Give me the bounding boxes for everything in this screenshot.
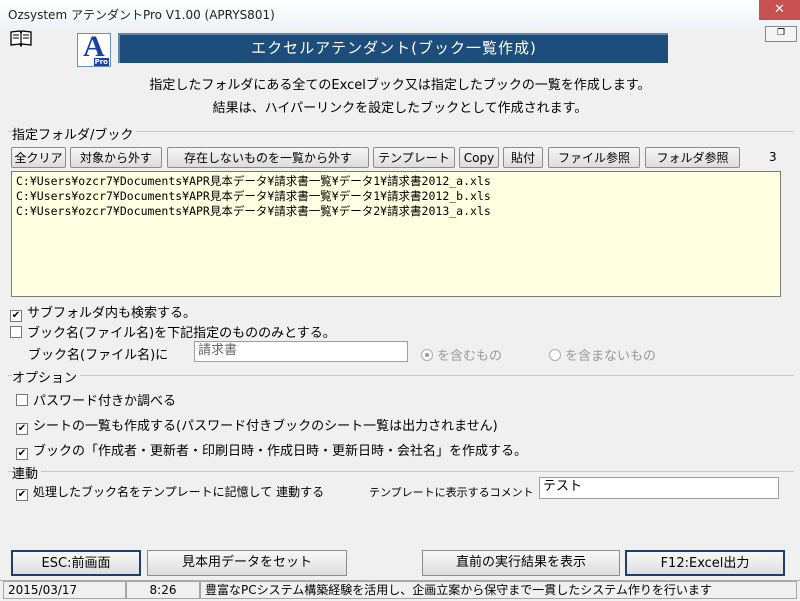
window-title: Ozsystem アテンダントPro V1.00 (APRYS801) <box>8 8 275 22</box>
clear-all-button[interactable]: 全クリア <box>11 147 66 168</box>
file-count: 3 <box>769 150 777 164</box>
copy-button[interactable]: Copy <box>459 147 499 168</box>
description-line-2: 結果は、ハイパーリンクを設定したブックとして作成されます。 <box>212 101 588 116</box>
subfolder-checkbox[interactable]: ✔ <box>10 310 22 322</box>
exclude-radio-option[interactable]: を含まないもの <box>549 345 656 364</box>
comment-label: テンプレートに表示するコメント <box>369 486 534 499</box>
folder-browse-button[interactable]: フォルダ参照 <box>645 147 740 168</box>
book-icon <box>10 29 32 48</box>
options-group-label: オプション <box>12 367 81 386</box>
bookname-only-checkbox[interactable] <box>10 326 22 338</box>
book-properties-checkbox[interactable]: ✔ <box>16 448 28 460</box>
link-group-line <box>8 471 794 472</box>
set-sample-data-button[interactable]: 見本用データをセット <box>147 550 347 576</box>
comment-input[interactable]: テスト <box>539 477 779 499</box>
template-button[interactable]: テンプレート <box>373 147 455 168</box>
bookname-label: ブック名(ファイル名)に <box>28 348 169 363</box>
subfolder-label: サブフォルダ内も検索する。 <box>27 306 197 321</box>
close-button[interactable]: ✕ <box>759 0 800 20</box>
options-group-line <box>8 375 794 376</box>
file-browse-button[interactable]: ファイル参照 <box>548 147 640 168</box>
list-item[interactable]: C:¥Users¥ozcr7¥Documents¥APR見本データ¥請求書一覧¥… <box>16 189 776 204</box>
show-last-result-button[interactable]: 直前の実行結果を表示 <box>422 550 620 576</box>
status-message: 豊富なPCシステム構築経験を活用し、企画立案から保守まで一貫したシステム作りを行… <box>200 581 797 599</box>
bookname-input[interactable]: 請求書 <box>194 341 408 362</box>
sheet-list-label: シートの一覧も作成する(パスワード付きブックのシート一覧は出力されません) <box>33 419 498 434</box>
password-check-option[interactable]: パスワード付きか調べる <box>16 390 176 409</box>
list-item[interactable]: C:¥Users¥ozcr7¥Documents¥APR見本データ¥請求書一覧¥… <box>16 204 776 219</box>
exclude-radio-label: を含まないもの <box>565 349 657 364</box>
include-radio-label: を含むもの <box>437 349 503 364</box>
logo-tag: Pro <box>93 58 109 66</box>
paste-button[interactable]: 貼付 <box>503 147 543 168</box>
remove-from-target-button[interactable]: 対象から外す <box>70 147 162 168</box>
link-option[interactable]: ✔ 処理したブック名をテンプレートに記憶して 連動する <box>16 483 324 501</box>
bookname-only-option[interactable]: ブック名(ファイル名)を下記指定のもののみとする。 <box>10 322 336 341</box>
link-group-label: 連動 <box>12 463 42 482</box>
include-radio-option[interactable]: を含むもの <box>421 345 502 364</box>
bookname-only-label: ブック名(ファイル名)を下記指定のもののみとする。 <box>27 326 336 341</box>
link-label: 処理したブック名をテンプレートに記憶して 連動する <box>33 485 325 499</box>
password-check-label: パスワード付きか調べる <box>33 394 177 409</box>
status-date: 2015/03/17 <box>3 581 126 599</box>
restore-icon[interactable]: ❐ <box>765 26 797 42</box>
title-bar: Ozsystem アテンダントPro V1.00 (APRYS801) <box>0 0 800 28</box>
subfolder-option[interactable]: ✔ サブフォルダ内も検索する。 <box>10 302 196 322</box>
sheet-list-checkbox[interactable]: ✔ <box>16 423 28 435</box>
banner-title: エクセルアテンダント(ブック一覧作成) <box>118 33 668 63</box>
esc-back-button[interactable]: ESC:前画面 <box>11 550 141 576</box>
remove-missing-button[interactable]: 存在しないものを一覧から外す <box>167 147 369 168</box>
password-check-checkbox[interactable] <box>16 394 28 406</box>
list-item[interactable]: C:¥Users¥ozcr7¥Documents¥APR見本データ¥請求書一覧¥… <box>16 174 776 189</box>
link-checkbox[interactable]: ✔ <box>16 489 28 501</box>
include-radio[interactable] <box>421 349 433 361</box>
exclude-radio[interactable] <box>549 349 561 361</box>
description-line-1: 指定したフォルダにある全てのExcelブック又は指定したブックの一覧を作成します… <box>149 78 651 93</box>
status-time: 8:26 <box>126 581 200 599</box>
book-properties-label: ブックの「作成者・更新者・印刷日時・作成日時・更新日時・会社名」を作成する。 <box>33 444 528 459</box>
folder-group-label: 指定フォルダ/ブック <box>12 124 137 143</box>
excel-output-button[interactable]: F12:Excel出力 <box>625 550 785 576</box>
book-properties-option[interactable]: ✔ ブックの「作成者・更新者・印刷日時・作成日時・更新日時・会社名」を作成する。 <box>16 440 527 460</box>
app-logo: A Pro <box>77 30 111 67</box>
sheet-list-option[interactable]: ✔ シートの一覧も作成する(パスワード付きブックのシート一覧は出力されません) <box>16 415 498 435</box>
file-list[interactable]: C:¥Users¥ozcr7¥Documents¥APR見本データ¥請求書一覧¥… <box>11 171 781 297</box>
